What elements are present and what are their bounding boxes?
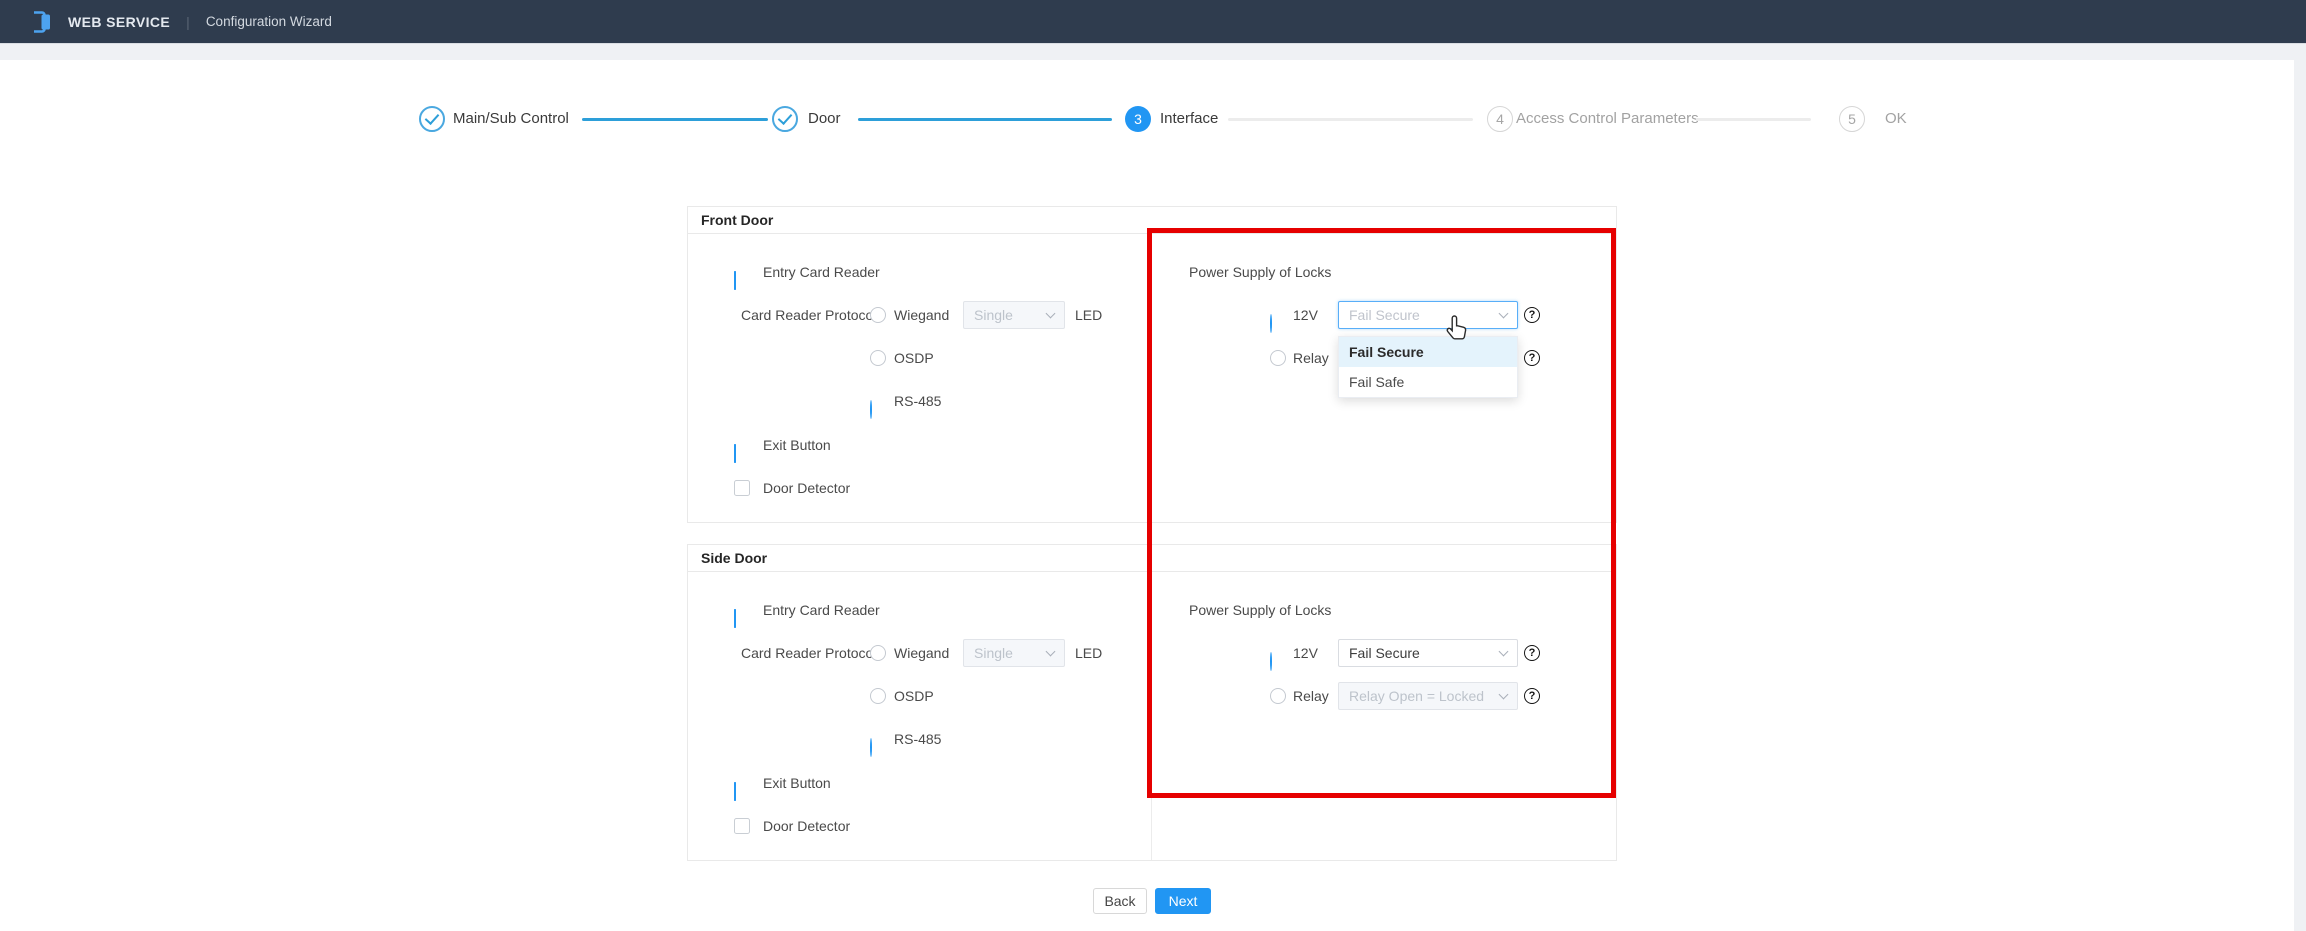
dropdown-option-fail-safe[interactable]: Fail Safe [1339, 367, 1517, 397]
help-relay-icon[interactable]: ? [1524, 688, 1540, 704]
lock-mode-select[interactable]: Fail Secure [1338, 301, 1518, 329]
rs485-label: RS-485 [894, 731, 941, 747]
topbar: WEB SERVICE | Configuration Wizard [0, 0, 2306, 44]
brand-name: WEB SERVICE [68, 14, 170, 30]
help-12v-icon[interactable]: ? [1524, 645, 1540, 661]
power-relay-radio[interactable] [1270, 688, 1286, 704]
door-detector-label: Door Detector [763, 818, 850, 834]
step-3-circle[interactable]: 3 [1125, 106, 1151, 132]
wizard-step-bar: Main/Sub Control Door 3 Interface 4 Acce… [0, 60, 2294, 150]
step-5-label: OK [1885, 106, 1907, 132]
next-button[interactable]: Next [1155, 888, 1211, 914]
power-12v-radio[interactable] [1270, 314, 1272, 333]
power-supply-title: Power Supply of Locks [1189, 264, 1331, 280]
step-3-label: Interface [1160, 106, 1218, 132]
power-relay-label: Relay [1293, 350, 1329, 366]
step-connector-1 [582, 118, 768, 121]
chevron-down-icon [1499, 690, 1509, 700]
step-1-label: Main/Sub Control [453, 106, 569, 132]
page-title: Configuration Wizard [206, 14, 332, 29]
front-door-title: Front Door [701, 212, 773, 228]
power-12v-label: 12V [1293, 307, 1318, 323]
dropdown-option-fail-secure[interactable]: Fail Secure [1339, 337, 1517, 367]
step-connector-3 [1228, 118, 1473, 121]
side-door-card-header: Side Door [688, 545, 1616, 572]
power-12v-label: 12V [1293, 645, 1318, 661]
exit-button-checkbox[interactable] [734, 444, 736, 463]
power-supply-title: Power Supply of Locks [1189, 602, 1331, 618]
lock-mode-select[interactable]: Fail Secure [1338, 639, 1518, 667]
topbar-separator: | [186, 14, 190, 30]
power-relay-radio[interactable] [1270, 350, 1286, 366]
exit-button-checkbox[interactable] [734, 782, 736, 801]
step-connector-2 [858, 118, 1112, 121]
step-2-circle-check-icon[interactable] [772, 106, 798, 132]
relay-mode-select: Relay Open = Locked [1338, 682, 1518, 710]
rs485-label: RS-485 [894, 393, 941, 409]
side-door-title: Side Door [701, 550, 767, 566]
help-relay-icon[interactable]: ? [1524, 350, 1540, 366]
step-4-label: Access Control Parameters [1516, 106, 1699, 132]
back-button[interactable]: Back [1093, 888, 1147, 914]
front-door-card-header: Front Door [688, 207, 1616, 234]
step-connector-4 [1696, 118, 1811, 121]
rs485-radio[interactable] [870, 400, 872, 419]
side-door-card: Side Door Entry Card Reader Card Reader … [687, 544, 1617, 861]
exit-button-label: Exit Button [763, 775, 831, 791]
door-detector-checkbox[interactable] [734, 818, 750, 834]
door-detector-checkbox[interactable] [734, 480, 750, 496]
chevron-down-icon [1499, 309, 1509, 319]
step-1-circle-check-icon[interactable] [419, 106, 445, 132]
step-4-circle[interactable]: 4 [1487, 106, 1513, 132]
app-logo-door-icon [28, 9, 54, 35]
step-2-label: Door [808, 106, 841, 132]
rs485-radio[interactable] [870, 738, 872, 757]
help-12v-icon[interactable]: ? [1524, 307, 1540, 323]
lock-mode-dropdown: Fail Secure Fail Safe [1338, 336, 1518, 398]
main-content: Main/Sub Control Door 3 Interface 4 Acce… [0, 60, 2294, 931]
power-12v-radio[interactable] [1270, 652, 1272, 671]
exit-button-label: Exit Button [763, 437, 831, 453]
door-detector-label: Door Detector [763, 480, 850, 496]
chevron-down-icon [1499, 647, 1509, 657]
power-relay-label: Relay [1293, 688, 1329, 704]
front-door-card: Front Door Entry Card Reader Card Reader… [687, 206, 1617, 523]
step-5-circle[interactable]: 5 [1839, 106, 1865, 132]
